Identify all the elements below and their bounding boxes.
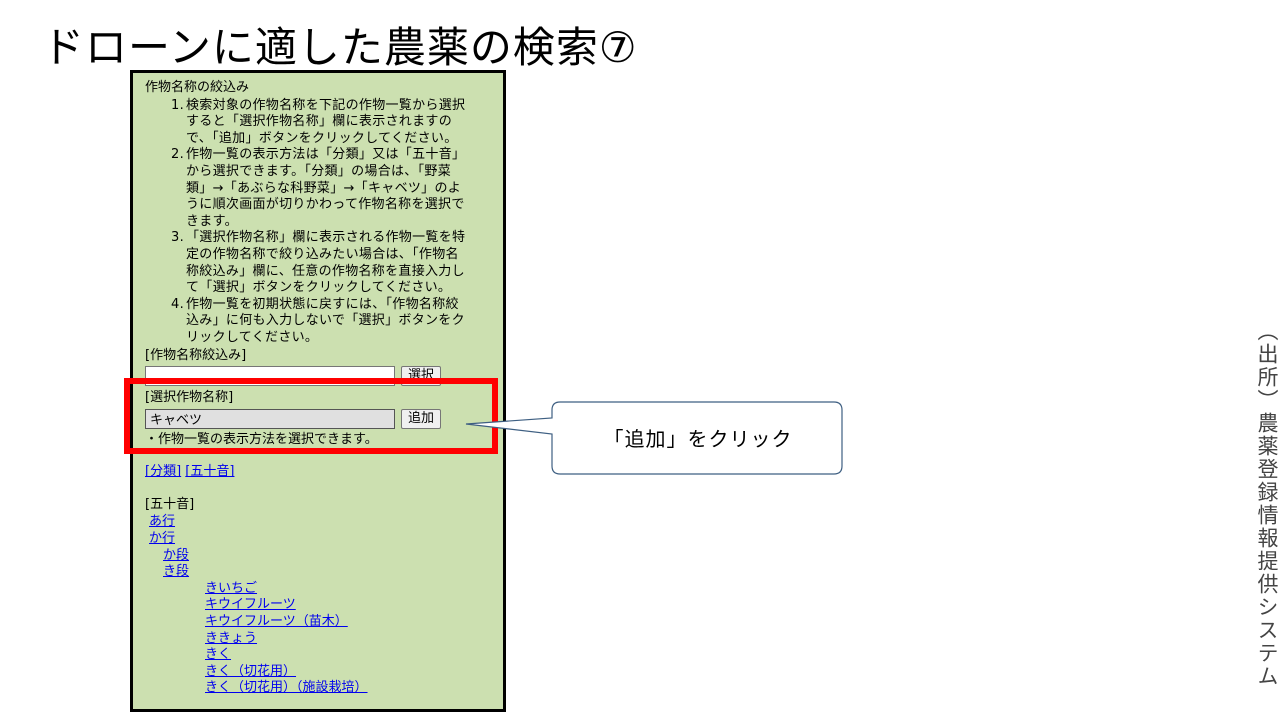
selected-crop-label: [選択作物名称] <box>145 390 234 406</box>
display-method-links: [分類] [五十音] <box>145 464 491 481</box>
instruction-number: 4. <box>171 296 185 312</box>
instruction-line: 検索対象の作物名称を下記の作物一覧から選択 <box>186 97 466 113</box>
instruction-line: 込み」に何も入力しないで「選択」ボタンをク <box>186 313 465 329</box>
instruction-number: 2. <box>171 147 185 163</box>
tree-ki-dan-link[interactable]: き段 <box>163 564 189 579</box>
instruction-line: で、「追加」ボタンをクリックしてください。 <box>186 130 458 146</box>
instruction-line: て「選択」ボタンをクリックしてください。 <box>186 280 452 296</box>
instruction-line: 作物一覧を初期状態に戻すには、「作物名称絞 <box>186 296 459 312</box>
tree-ka-gyo-link[interactable]: か行 <box>149 531 175 546</box>
instruction-line: 「選択作物名称」欄に表示される作物一覧を特 <box>186 230 466 246</box>
instruction-number: 3. <box>171 230 185 246</box>
crop-link[interactable]: キウイフルーツ（苗木） <box>205 614 348 629</box>
instruction-line: 類」→「あぶらな科野菜」→「キャベツ」のよ <box>186 180 462 196</box>
crop-filter-input[interactable] <box>145 366 395 387</box>
filter-label: [作物名称絞込み] <box>145 347 247 363</box>
instruction-line: すると「選択作物名称」欄に表示されますの <box>186 114 453 130</box>
instruction-item: 4. 作物一覧を初期状態に戻すには、「作物名称絞 込み」に何も入力しないで「選択… <box>171 297 491 347</box>
instruction-number: 1. <box>171 97 185 113</box>
tree-a-gyo-link[interactable]: あ行 <box>149 514 175 529</box>
bunrui-link[interactable]: [分類] <box>145 464 181 479</box>
crop-link[interactable]: きく（切花用） <box>205 664 296 679</box>
crop-link[interactable]: キウイフルーツ <box>205 597 296 612</box>
instruction-line: から選択できます。「分類」の場合は、「野菜 <box>186 163 452 179</box>
instruction-line: リックしてください。 <box>186 329 319 345</box>
crop-filter-panel: 作物名称の絞込み 1. 検索対象の作物名称を下記の作物一覧から選択 すると「選択… <box>130 70 506 712</box>
instruction-item: 3. 「選択作物名称」欄に表示される作物一覧を特 定の作物名称で絞り込みたい場合… <box>171 230 491 296</box>
instruction-item: 2. 作物一覧の表示方法は「分類」又は「五十音」 から選択できます。「分類」の場… <box>171 147 491 230</box>
slide-title: ドローンに適した農薬の検索⑦ <box>42 23 638 72</box>
section-title: 作物名称の絞込み <box>145 80 250 95</box>
instruction-line: 作物一覧の表示方法は「分類」又は「五十音」 <box>186 147 466 163</box>
select-button[interactable]: 選択 <box>401 366 442 387</box>
instruction-line: きます。 <box>186 213 238 229</box>
crop-tree: あ行 か行 か段 き段 きいちご キウイフルーツ キウイフルーツ（苗木） ききょ… <box>145 514 491 697</box>
crop-link[interactable]: きく <box>205 647 231 662</box>
instruction-list: 1. 検索対象の作物名称を下記の作物一覧から選択 すると「選択作物名称」欄に表示… <box>145 98 491 347</box>
instruction-item: 1. 検索対象の作物名称を下記の作物一覧から選択 すると「選択作物名称」欄に表示… <box>171 98 491 148</box>
instruction-line: 定の作物名称で絞り込みたい場合は、「作物名 <box>186 246 459 262</box>
add-button[interactable]: 追加 <box>401 408 442 429</box>
crop-link[interactable]: きいちご <box>205 581 257 596</box>
instruction-line: 称絞込み」欄に、任意の作物名称を直接入力し <box>186 263 465 279</box>
crop-link[interactable]: ききょう <box>205 631 257 646</box>
display-method-note: ・作物一覧の表示方法を選択できます。 <box>145 431 378 447</box>
gojuon-link[interactable]: [五十音] <box>185 464 234 479</box>
crop-link[interactable]: きく（切花用）（施設栽培） <box>205 680 368 695</box>
selected-crop-field[interactable] <box>145 408 395 429</box>
callout-text: 「追加」をクリック <box>603 427 793 451</box>
tree-ka-dan-link[interactable]: か段 <box>163 548 189 563</box>
source-label: （出所）農薬登録情報提供システム <box>1255 320 1279 688</box>
instruction-line: うに順次画面が切りかわって作物名称を選択で <box>186 197 465 213</box>
gojuon-heading: [五十音] <box>145 496 195 512</box>
